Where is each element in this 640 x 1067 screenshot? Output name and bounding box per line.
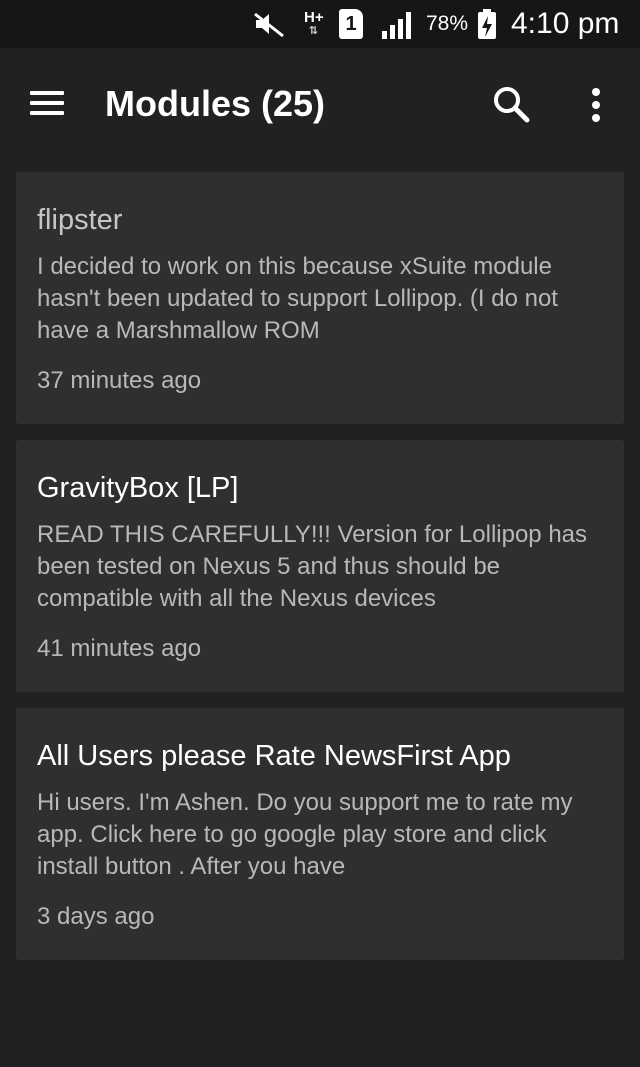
sim-slot: 1 bbox=[339, 9, 363, 39]
module-timestamp: 3 days ago bbox=[37, 903, 155, 930]
module-title: flipster bbox=[37, 204, 123, 236]
module-list: flipster I decided to work on this becau… bbox=[16, 172, 624, 976]
mute-icon bbox=[252, 0, 286, 48]
network-activity-icon: ⇅ bbox=[308, 25, 319, 37]
menu-icon[interactable] bbox=[26, 86, 68, 122]
sim-icon: 1 bbox=[339, 0, 363, 48]
status-bar: H+ ⇅ 1 78% 4:10 pm bbox=[0, 0, 640, 48]
clock: 4:10 pm bbox=[511, 7, 620, 40]
module-description: READ THIS CAREFULLY!!! Version for Lolli… bbox=[37, 521, 588, 612]
signal-icon bbox=[380, 0, 418, 48]
module-description: Hi users. I'm Ashen. Do you support me t… bbox=[37, 789, 573, 880]
battery-charging-icon bbox=[476, 0, 498, 48]
network-type: H+ bbox=[304, 9, 324, 26]
module-timestamp: 41 minutes ago bbox=[37, 635, 202, 662]
overflow-menu-icon[interactable] bbox=[580, 83, 612, 125]
module-description: I decided to work on this because xSuite… bbox=[37, 253, 558, 344]
battery-percent: 78% bbox=[426, 12, 469, 35]
module-card-flipster[interactable]: flipster I decided to work on this becau… bbox=[16, 172, 624, 424]
module-card-gravitybox[interactable]: GravityBox [LP] READ THIS CAREFULLY!!! V… bbox=[16, 440, 624, 692]
app-bar: Modules (25) bbox=[0, 48, 640, 160]
network-type-indicator: H+ ⇅ bbox=[304, 0, 324, 48]
module-title: GravityBox [LP] bbox=[37, 472, 239, 504]
module-timestamp: 37 minutes ago bbox=[37, 367, 202, 394]
search-icon[interactable] bbox=[490, 83, 532, 125]
screen: H+ ⇅ 1 78% 4:10 pm Modules (25) flipster… bbox=[0, 0, 640, 1067]
module-title: All Users please Rate NewsFirst App bbox=[37, 740, 511, 772]
page-title: Modules (25) bbox=[105, 83, 326, 124]
module-card-newsfirst[interactable]: All Users please Rate NewsFirst App Hi u… bbox=[16, 708, 624, 960]
